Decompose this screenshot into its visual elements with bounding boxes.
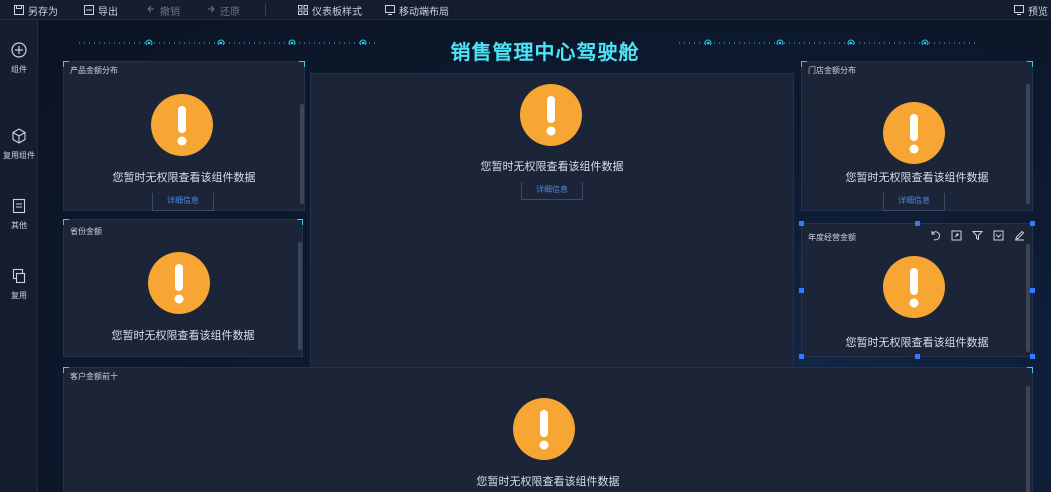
details-button[interactable]: 详细信息 — [152, 193, 214, 211]
card-corner — [297, 219, 303, 225]
monitor-icon — [385, 5, 395, 15]
redo-label: 还原 — [220, 6, 240, 18]
preview-icon — [1014, 5, 1024, 15]
grid-icon — [298, 5, 308, 15]
card-top-customers[interactable]: 客户金额前十 您暂时无权限查看该组件数据 — [63, 367, 1033, 492]
card-center[interactable]: 您暂时无权限查看该组件数据 详细信息 — [310, 73, 794, 383]
redo-icon — [208, 5, 215, 13]
details-button[interactable]: 详细信息 — [521, 182, 583, 200]
dashboard-style-label: 仪表板样式 — [312, 6, 362, 18]
card-corner — [63, 219, 69, 225]
toolbar-divider — [265, 4, 266, 16]
card-corner — [801, 61, 807, 67]
sidebar-item-reuse[interactable]: 复用 — [0, 268, 38, 301]
undo-icon — [147, 5, 154, 13]
card-title: 省份金额 — [70, 227, 102, 236]
export-icon — [84, 5, 94, 15]
resize-handle[interactable] — [799, 354, 804, 359]
card-toolbar — [930, 230, 1025, 241]
card-corner — [63, 367, 69, 373]
undo-icon[interactable] — [930, 230, 941, 241]
card-title: 门店金额分布 — [808, 66, 856, 75]
scrollbar[interactable] — [300, 104, 304, 204]
warning-icon — [520, 84, 582, 146]
preview-button[interactable]: 预览 — [1014, 3, 1048, 18]
scrollbar[interactable] — [298, 242, 302, 350]
resize-handle[interactable] — [1030, 354, 1035, 359]
resize-handle[interactable] — [915, 354, 920, 359]
no-permission-message: 您暂时无权限查看该组件数据 — [112, 171, 256, 184]
no-permission-message: 您暂时无权限查看该组件数据 — [845, 171, 989, 184]
card-title: 客户金额前十 — [70, 372, 118, 381]
card-corner — [63, 61, 69, 67]
export-button[interactable]: 导出 — [84, 3, 118, 18]
sidebar-item-label: 复用 — [11, 291, 27, 300]
card-store-amount[interactable]: 门店金额分布 您暂时无权限查看该组件数据 详细信息 — [801, 61, 1033, 211]
no-permission-message: 您暂时无权限查看该组件数据 — [111, 329, 255, 342]
card-product-amount[interactable]: 产品金额分布 您暂时无权限查看该组件数据 详细信息 — [63, 61, 305, 211]
card-annual-amount[interactable]: 年度经营金额 您暂时无权限查看该组件数据 — [801, 223, 1033, 357]
collapse-icon[interactable] — [993, 230, 1004, 241]
scrollbar[interactable] — [1026, 386, 1030, 492]
card-corner — [299, 61, 305, 67]
scrollbar[interactable] — [1026, 244, 1030, 352]
card-corner — [1027, 61, 1033, 67]
card-corner — [1027, 367, 1033, 373]
no-permission-message: 您暂时无权限查看该组件数据 — [480, 160, 624, 173]
resize-handle[interactable] — [915, 221, 920, 226]
warning-icon — [883, 256, 945, 318]
card-title: 年度经营金额 — [808, 233, 856, 242]
plus-circle-icon — [11, 42, 27, 58]
undo-button[interactable]: 撤销 — [146, 3, 180, 18]
save-icon — [14, 5, 24, 15]
preview-label: 预览 — [1028, 6, 1048, 18]
warning-icon — [513, 398, 575, 460]
document-icon — [12, 198, 26, 214]
expand-icon[interactable] — [951, 230, 962, 241]
sidebar-item-label: 其他 — [11, 221, 27, 230]
resize-handle[interactable] — [799, 288, 804, 293]
no-permission-message: 您暂时无权限查看该组件数据 — [476, 475, 620, 488]
left-sidebar: 组件 复用组件 其他 复用 — [0, 20, 38, 492]
mobile-layout-label: 移动端布局 — [399, 6, 449, 18]
sidebar-item-label: 复用组件 — [3, 151, 35, 160]
sidebar-item-reuse-components[interactable]: 复用组件 — [0, 128, 38, 161]
sidebar-item-components[interactable]: 组件 — [0, 42, 38, 75]
details-button[interactable]: 详细信息 — [883, 193, 945, 211]
sidebar-item-other[interactable]: 其他 — [0, 198, 38, 231]
no-permission-message: 您暂时无权限查看该组件数据 — [845, 336, 989, 349]
warning-icon — [883, 102, 945, 164]
resize-handle[interactable] — [1030, 221, 1035, 226]
dashboard-canvas[interactable]: 销售管理中心驾驶舱 产品金额分布 您暂时无权限查看该组件数据 详细信息 您暂时无… — [39, 21, 1051, 492]
card-province-amount[interactable]: 省份金额 您暂时无权限查看该组件数据 — [63, 219, 303, 357]
scrollbar[interactable] — [1026, 84, 1030, 204]
copy-icon — [12, 268, 26, 284]
save-as-button[interactable]: 另存为 — [14, 3, 58, 18]
sidebar-item-label: 组件 — [11, 65, 27, 74]
redo-button[interactable]: 还原 — [206, 3, 240, 18]
resize-handle[interactable] — [1030, 288, 1035, 293]
cube-icon — [12, 128, 26, 144]
warning-icon — [148, 252, 210, 314]
warning-icon — [151, 94, 213, 156]
mobile-layout-button[interactable]: 移动端布局 — [385, 3, 449, 18]
export-label: 导出 — [98, 6, 118, 18]
card-title: 产品金额分布 — [70, 66, 118, 75]
edit-icon[interactable] — [1014, 230, 1025, 241]
dashboard-style-button[interactable]: 仪表板样式 — [298, 3, 362, 18]
filter-icon[interactable] — [972, 230, 983, 241]
top-toolbar: 另存为 导出 撤销 还原 仪表板样式 移动端布局 预览 — [0, 0, 1051, 20]
resize-handle[interactable] — [799, 221, 804, 226]
save-as-label: 另存为 — [28, 6, 58, 18]
undo-label: 撤销 — [160, 6, 180, 18]
